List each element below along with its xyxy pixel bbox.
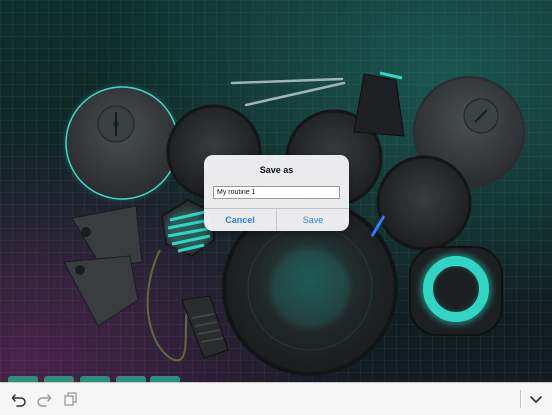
- dialog-title: Save as: [259, 165, 294, 175]
- toolbar-separator: [520, 390, 521, 408]
- dialog-overlay: Save as Cancel Save: [0, 0, 552, 382]
- undo-icon[interactable]: [7, 387, 31, 411]
- save-as-dialog: Save as Cancel Save: [204, 155, 349, 231]
- redo-icon[interactable]: [32, 387, 56, 411]
- routine-name-input[interactable]: [213, 186, 340, 199]
- save-button[interactable]: Save: [277, 209, 349, 231]
- copy-icon[interactable]: [58, 387, 82, 411]
- chevron-down-icon[interactable]: [524, 387, 548, 411]
- bottom-toolbar: [0, 382, 552, 415]
- cancel-button[interactable]: Cancel: [204, 209, 276, 231]
